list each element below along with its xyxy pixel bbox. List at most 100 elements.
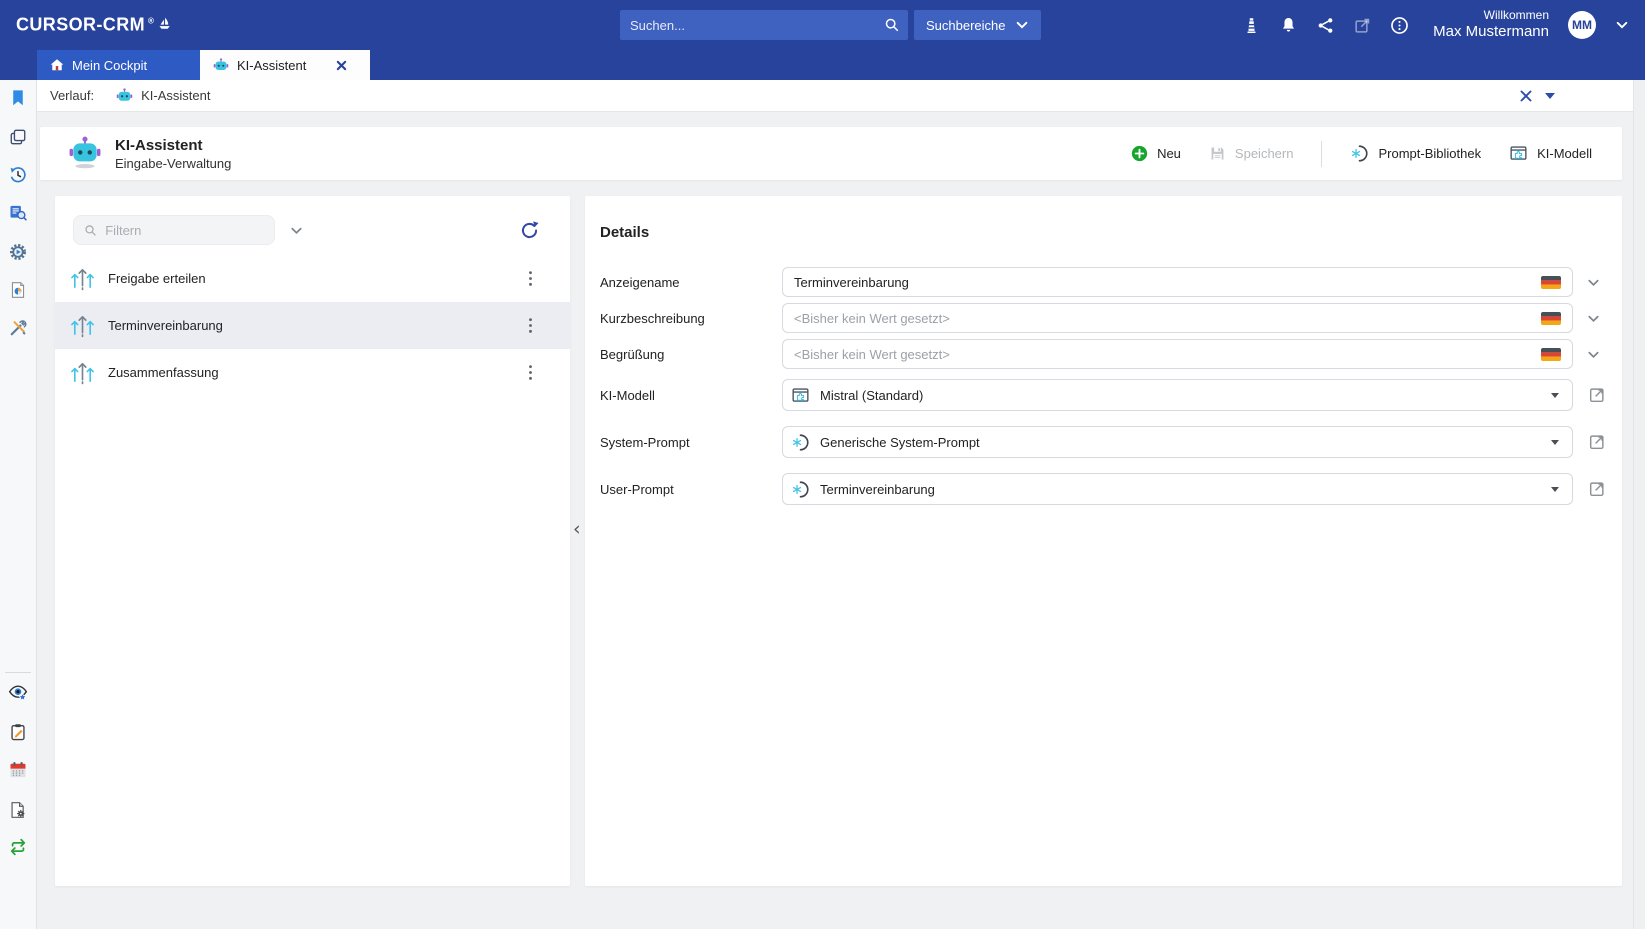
language-chevron-icon[interactable] xyxy=(1586,275,1601,290)
details-heading: Details xyxy=(600,224,1622,241)
begruessung-input[interactable] xyxy=(794,347,1531,362)
user-prompt-value: Terminvereinbarung xyxy=(820,482,1541,497)
list-item[interactable]: Freigabe erteilen xyxy=(55,255,570,302)
kebab-menu-icon[interactable] xyxy=(522,313,539,338)
list-item[interactable]: Zusammenfassung xyxy=(55,349,570,396)
avatar[interactable]: MM xyxy=(1568,11,1596,39)
tab-label: KI-Assistent xyxy=(237,58,306,73)
welcome-line2: Max Mustermann xyxy=(1433,23,1549,42)
list-item-label: Terminvereinbarung xyxy=(108,318,522,333)
topbar-right-group: Willkommen Max Mustermann MM xyxy=(1240,0,1633,50)
filter-input-box xyxy=(73,215,275,245)
chevron-down-icon[interactable] xyxy=(1545,93,1555,99)
clipboard-edit-icon[interactable] xyxy=(9,723,28,742)
close-icon[interactable] xyxy=(1519,89,1533,103)
open-record-icon[interactable] xyxy=(1588,433,1606,451)
open-record-icon[interactable] xyxy=(1588,386,1606,404)
external-link-icon[interactable] xyxy=(1351,14,1373,36)
welcome-text: Willkommen Max Mustermann xyxy=(1433,8,1549,42)
search-scope-label: Suchbereiche xyxy=(926,18,1006,33)
arrows-up-icon xyxy=(70,360,95,385)
kurzbeschreibung-input[interactable] xyxy=(794,311,1531,326)
filter-input[interactable] xyxy=(105,223,264,238)
sailboat-icon xyxy=(157,17,172,32)
tab-close-icon[interactable] xyxy=(336,60,347,71)
german-flag-icon xyxy=(1541,276,1561,289)
search-document-icon[interactable] xyxy=(8,203,28,223)
list-item-selected[interactable]: Terminvereinbarung xyxy=(55,302,570,349)
open-record-icon[interactable] xyxy=(1588,480,1606,498)
floppy-disk-icon xyxy=(1209,145,1226,162)
tab-bar: Mein Cockpit KI-Assistent xyxy=(0,50,1645,80)
list-item-label: Zusammenfassung xyxy=(108,365,522,380)
avatar-initials: MM xyxy=(1572,18,1592,32)
vertical-scrollbar[interactable] xyxy=(1633,80,1645,929)
window-puzzle-icon xyxy=(1509,144,1528,163)
tab-ki-assistent[interactable]: KI-Assistent xyxy=(200,50,370,80)
lighthouse-icon[interactable] xyxy=(1240,14,1262,36)
refresh-icon[interactable] xyxy=(519,220,540,241)
report-pie-icon[interactable] xyxy=(9,281,28,300)
anzeigename-input[interactable] xyxy=(794,275,1531,290)
tab-label: Mein Cockpit xyxy=(72,58,147,73)
ki-model-label: KI-Modell xyxy=(1537,146,1592,161)
robot-icon xyxy=(116,88,133,104)
details-panel: Details Anzeigename xyxy=(585,196,1622,886)
field-label-user-prompt: User-Prompt xyxy=(600,482,782,497)
history-label: Verlauf: xyxy=(50,88,94,103)
search-icon xyxy=(84,223,97,238)
repeat-icon[interactable] xyxy=(8,837,28,857)
document-gear-icon[interactable] xyxy=(9,801,28,820)
new-button[interactable]: Neu xyxy=(1131,145,1181,162)
app-logo-text: CURSOR-CRM xyxy=(16,15,145,36)
eye-star-icon[interactable] xyxy=(8,683,29,704)
language-chevron-icon[interactable] xyxy=(1586,311,1601,326)
begruessung-field xyxy=(782,339,1573,369)
house-icon xyxy=(50,58,64,72)
search-scope-button[interactable]: Suchbereiche xyxy=(914,10,1041,40)
user-prompt-dropdown[interactable]: Terminvereinbarung xyxy=(782,473,1573,505)
kebab-menu-icon[interactable] xyxy=(522,266,539,291)
history-bar: Verlauf: KI-Assistent xyxy=(37,80,1645,112)
prompt-library-label: Prompt-Bibliothek xyxy=(1378,146,1481,161)
plus-circle-icon xyxy=(1131,145,1148,162)
system-prompt-value: Generische System-Prompt xyxy=(820,435,1541,450)
info-menu-icon[interactable] xyxy=(1388,14,1410,36)
system-prompt-dropdown[interactable]: Generische System-Prompt xyxy=(782,426,1573,458)
prompt-sparkle-icon xyxy=(791,433,810,452)
new-button-label: Neu xyxy=(1157,146,1181,161)
bell-icon[interactable] xyxy=(1277,14,1299,36)
search-input[interactable] xyxy=(622,18,884,33)
chevron-down-icon xyxy=(1015,18,1029,32)
list-item-label: Freigabe erteilen xyxy=(108,271,522,286)
filter-options-chevron-icon[interactable] xyxy=(289,223,304,238)
history-icon[interactable] xyxy=(8,165,28,185)
tab-mein-cockpit[interactable]: Mein Cockpit xyxy=(37,50,200,80)
ki-modell-dropdown[interactable]: Mistral (Standard) xyxy=(782,379,1573,411)
prompt-library-button[interactable]: Prompt-Bibliothek xyxy=(1350,144,1481,163)
app-logo-registered-mark: ® xyxy=(148,17,154,26)
kebab-menu-icon[interactable] xyxy=(522,360,539,385)
field-label-begruessung: Begrüßung xyxy=(600,347,782,362)
search-icon[interactable] xyxy=(884,17,900,33)
ki-model-button[interactable]: KI-Modell xyxy=(1509,144,1592,163)
bookmark-icon[interactable] xyxy=(9,89,28,108)
save-button[interactable]: Speichern xyxy=(1209,145,1294,162)
user-menu-chevron-icon[interactable] xyxy=(1611,14,1633,36)
sidebar-divider xyxy=(5,672,31,673)
history-item-ki-assistent[interactable]: KI-Assistent xyxy=(116,88,210,104)
prompt-sparkle-icon xyxy=(1350,144,1369,163)
window-puzzle-icon xyxy=(791,386,810,405)
tools-icon[interactable] xyxy=(8,318,28,338)
copy-pages-icon[interactable] xyxy=(9,128,28,147)
calendar-icon[interactable] xyxy=(8,760,28,780)
welcome-line1: Willkommen xyxy=(1433,8,1549,23)
prompt-sparkle-icon xyxy=(791,480,810,499)
gear-play-icon[interactable] xyxy=(8,242,28,262)
collapse-panel-handle[interactable]: ‹ xyxy=(573,518,581,540)
language-chevron-icon[interactable] xyxy=(1586,347,1601,362)
robot-icon xyxy=(68,136,102,172)
arrows-up-icon xyxy=(70,313,95,338)
anzeigename-field xyxy=(782,267,1573,297)
share-icon[interactable] xyxy=(1314,14,1336,36)
